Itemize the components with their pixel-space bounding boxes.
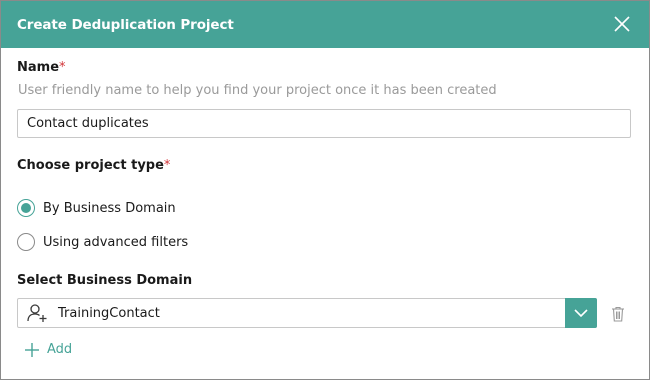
required-marker: * bbox=[163, 158, 171, 173]
plus-icon bbox=[25, 342, 39, 357]
radio-using-advanced-filters[interactable]: Using advanced filters bbox=[17, 233, 188, 251]
add-business-domain-button[interactable]: Add bbox=[25, 342, 72, 357]
radio-label: Using advanced filters bbox=[43, 234, 189, 250]
dialog-header: Create Deduplication Project bbox=[1, 1, 649, 48]
radio-button-unchecked[interactable] bbox=[17, 233, 35, 251]
trash-icon[interactable] bbox=[611, 306, 625, 322]
required-marker: * bbox=[59, 60, 66, 75]
dropdown-button[interactable] bbox=[565, 298, 597, 328]
project-type-label: Choose project type* bbox=[17, 158, 171, 173]
create-deduplication-project-dialog: Create Deduplication Project Name* User … bbox=[0, 0, 650, 380]
selected-business-domain: TrainingContact bbox=[58, 305, 160, 321]
business-domain-label: Select Business Domain bbox=[17, 273, 193, 288]
radio-label: By Business Domain bbox=[43, 200, 176, 216]
close-icon[interactable] bbox=[613, 15, 631, 33]
name-label: Name* bbox=[17, 60, 66, 75]
project-name-input[interactable] bbox=[17, 109, 631, 138]
radio-button-checked[interactable] bbox=[17, 199, 35, 217]
dialog-title: Create Deduplication Project bbox=[17, 17, 234, 33]
name-hint: User friendly name to help you find your… bbox=[18, 83, 497, 98]
radio-by-business-domain[interactable]: By Business Domain bbox=[17, 199, 176, 217]
chevron-down-icon bbox=[574, 309, 588, 317]
add-user-icon bbox=[27, 304, 47, 322]
business-domain-select[interactable]: TrainingContact bbox=[17, 298, 597, 328]
add-label: Add bbox=[47, 342, 73, 357]
